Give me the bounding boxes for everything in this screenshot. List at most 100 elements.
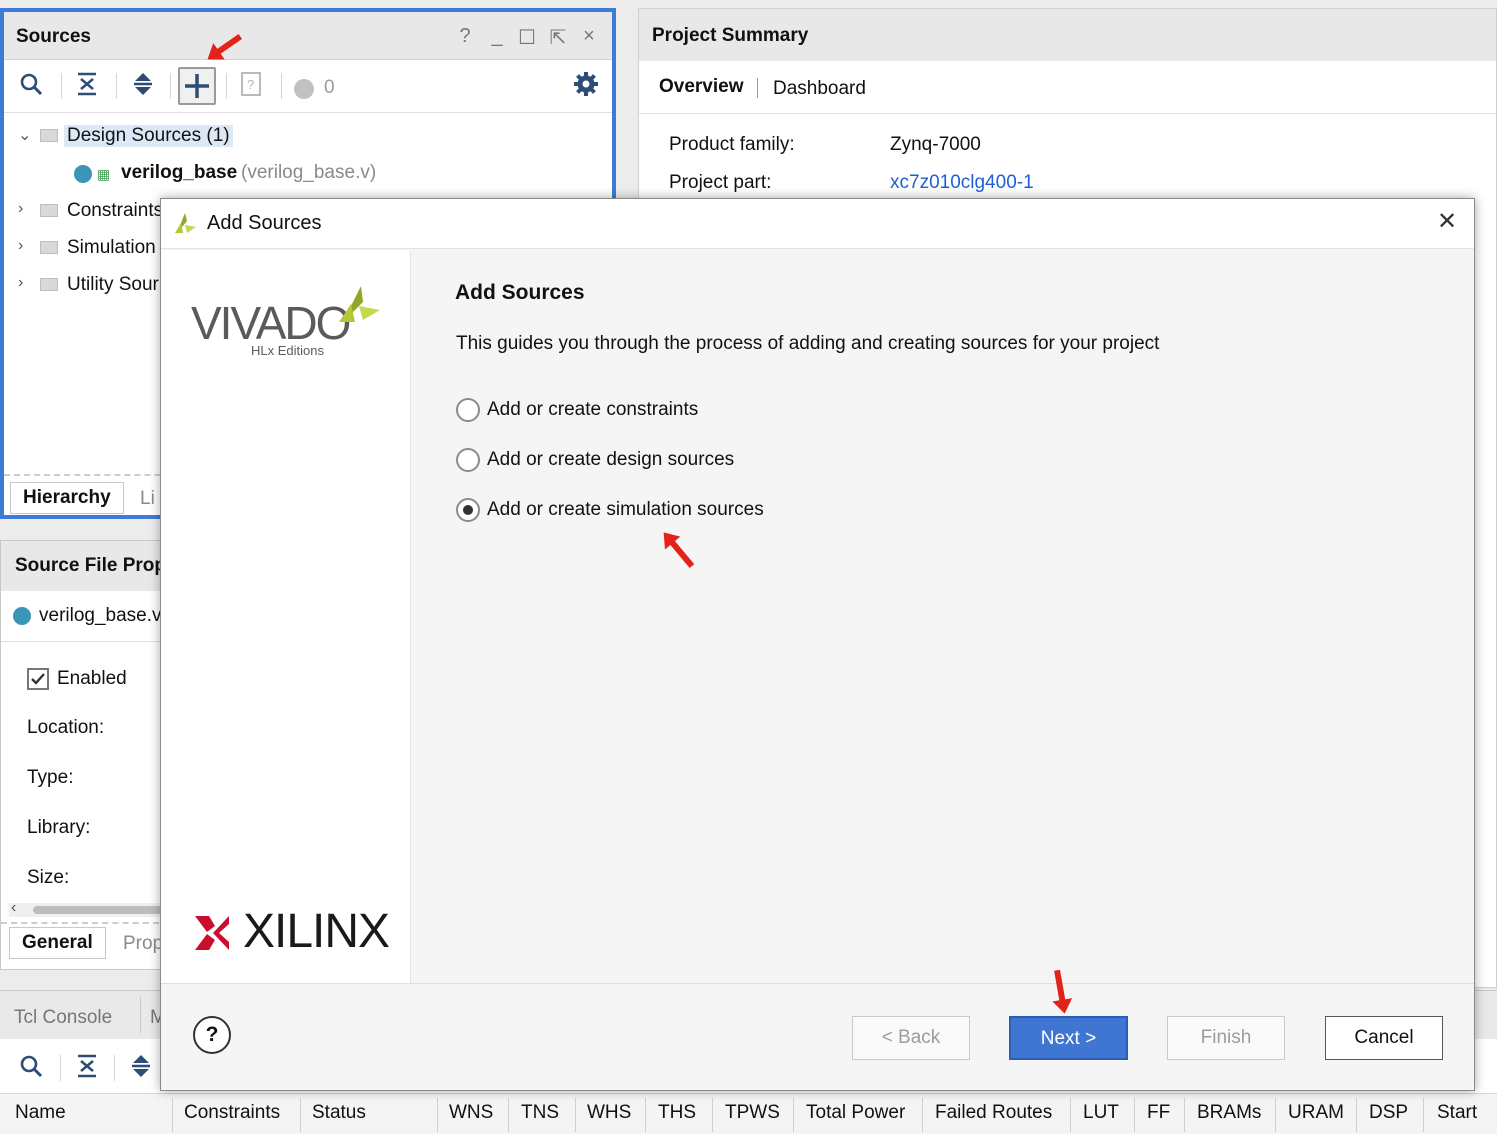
scroll-left-icon[interactable]: ‹: [11, 899, 16, 917]
chevron-right-icon[interactable]: ›: [18, 200, 23, 218]
close-icon[interactable]: ×: [576, 25, 602, 48]
dialog-close-icon[interactable]: ✕: [1437, 207, 1457, 236]
vivado-logo-icon: [175, 213, 196, 233]
sources-header: Sources ? _ ☐ ⇱ ×: [4, 12, 612, 60]
tree-item-design-sources[interactable]: ⌄ Design Sources (1): [4, 121, 612, 151]
horizontal-scrollbar[interactable]: ‹: [9, 899, 173, 917]
radio-constraints[interactable]: [456, 398, 480, 422]
summary-tabs: Overview Dashboard: [639, 62, 1496, 114]
finish-button[interactable]: Finish: [1167, 1016, 1285, 1060]
collapse-all-icon[interactable]: [72, 1053, 102, 1083]
expand-all-icon[interactable]: [128, 71, 158, 101]
add-sources-button[interactable]: [178, 67, 216, 105]
col-uram[interactable]: URAM: [1288, 1102, 1344, 1124]
constraints-label: Constraints: [67, 200, 164, 221]
scrollbar-thumb[interactable]: [33, 906, 173, 914]
col-tns[interactable]: TNS: [521, 1102, 559, 1124]
col-constraints[interactable]: Constraints: [184, 1102, 280, 1124]
tab-general[interactable]: General: [9, 927, 106, 959]
enabled-label: Enabled: [57, 668, 127, 689]
search-icon[interactable]: [16, 71, 46, 101]
dialog-title: Add Sources: [207, 212, 322, 234]
help-icon[interactable]: ?: [452, 25, 478, 48]
sources-title: Sources: [16, 26, 91, 47]
annotation-arrow: [667, 538, 695, 568]
size-label: Size:: [27, 867, 70, 888]
float-icon[interactable]: ⇱: [545, 25, 571, 50]
tab-hierarchy[interactable]: Hierarchy: [10, 482, 124, 514]
radio-simulation-sources[interactable]: [456, 498, 480, 522]
props-title: Source File Prop: [15, 555, 166, 576]
col-status[interactable]: Status: [312, 1102, 366, 1124]
props-file-name: verilog_base.v: [39, 605, 162, 626]
option-constraints-label: Add or create constraints: [487, 399, 699, 420]
source-dot-icon: [74, 165, 92, 183]
option-simulation-sources-label: Add or create simulation sources: [487, 499, 764, 520]
chevron-down-icon[interactable]: ⌄: [18, 125, 31, 145]
plus-icon: [185, 74, 209, 98]
radio-design-sources[interactable]: [456, 448, 480, 472]
utility-label: Utility Sour: [67, 274, 159, 295]
col-total-power[interactable]: Total Power: [806, 1102, 905, 1124]
chevron-right-icon[interactable]: ›: [18, 237, 23, 255]
svg-text:?: ?: [247, 77, 254, 92]
summary-header: Project Summary: [639, 9, 1496, 61]
search-icon[interactable]: [16, 1053, 46, 1083]
tab-overview[interactable]: Overview: [659, 76, 744, 98]
source-dot-icon: [13, 607, 31, 625]
props-header: Source File Prop: [1, 541, 169, 591]
enabled-checkbox[interactable]: [27, 668, 49, 690]
sources-toolbar: ? 0: [4, 61, 612, 113]
folder-icon: [40, 241, 58, 254]
col-ths[interactable]: THS: [658, 1102, 696, 1124]
col-start[interactable]: Start: [1437, 1102, 1477, 1124]
design-sources-label: Design Sources (1): [64, 125, 233, 147]
minimize-icon[interactable]: _: [484, 25, 510, 48]
expand-all-icon[interactable]: [126, 1053, 156, 1083]
col-lut[interactable]: LUT: [1083, 1102, 1119, 1124]
tab-libraries[interactable]: Li: [140, 488, 155, 510]
col-wns[interactable]: WNS: [449, 1102, 493, 1124]
tab-properties[interactable]: Prop: [123, 933, 163, 955]
help-button[interactable]: ?: [193, 1016, 231, 1054]
xilinx-logo-icon: [195, 916, 229, 950]
type-label: Type:: [27, 767, 74, 788]
col-brams[interactable]: BRAMs: [1197, 1102, 1261, 1124]
tab-dashboard[interactable]: Dashboard: [773, 78, 866, 100]
dialog-description: This guides you through the process of a…: [456, 333, 1160, 354]
dialog-content: Add Sources This guides you through the …: [412, 250, 1474, 983]
dialog-branding-sidebar: VIVADO HLx Editions XILINX: [161, 250, 411, 983]
xilinx-wordmark: XILINX: [243, 905, 390, 958]
col-name[interactable]: Name: [15, 1102, 66, 1124]
cancel-button[interactable]: Cancel: [1325, 1016, 1443, 1060]
maximize-icon[interactable]: ☐: [514, 25, 540, 50]
back-button[interactable]: < Back: [852, 1016, 970, 1060]
col-dsp[interactable]: DSP: [1369, 1102, 1408, 1124]
dialog-titlebar: Add Sources ✕: [161, 199, 1474, 249]
col-whs[interactable]: WHS: [587, 1102, 631, 1124]
folder-icon: [40, 204, 58, 217]
chevron-right-icon[interactable]: ›: [18, 274, 23, 292]
collapse-all-icon[interactable]: [72, 71, 102, 101]
add-sources-dialog: Add Sources ✕ VIVADO HLx Editions XILINX…: [160, 198, 1475, 1091]
vivado-edition-label: HLx Editions: [251, 343, 324, 358]
folder-icon: [40, 129, 58, 142]
status-dot-icon: [294, 79, 314, 99]
col-ff[interactable]: FF: [1147, 1102, 1170, 1124]
dialog-footer: ? < Back Next > Finish Cancel: [161, 969, 1474, 1090]
gear-icon[interactable]: [571, 71, 601, 101]
library-label: Library:: [27, 817, 91, 838]
vivado-wordmark: VIVADO: [191, 297, 351, 349]
project-part-link[interactable]: xc7z010clg400-1: [890, 172, 1034, 194]
unknown-file-icon[interactable]: ?: [236, 71, 266, 101]
folder-icon: [40, 278, 58, 291]
tree-item-verilog-base[interactable]: ▦ verilog_base (verilog_base.v): [4, 158, 612, 188]
project-part-label: Project part:: [669, 172, 772, 193]
simulation-label: Simulation: [67, 237, 156, 258]
summary-title: Project Summary: [652, 25, 809, 46]
col-tpws[interactable]: TPWS: [725, 1102, 780, 1124]
dialog-heading: Add Sources: [455, 281, 585, 304]
tab-tcl-console[interactable]: Tcl Console: [14, 1007, 112, 1029]
next-button[interactable]: Next >: [1009, 1016, 1128, 1060]
col-failed-routes[interactable]: Failed Routes: [935, 1102, 1052, 1124]
